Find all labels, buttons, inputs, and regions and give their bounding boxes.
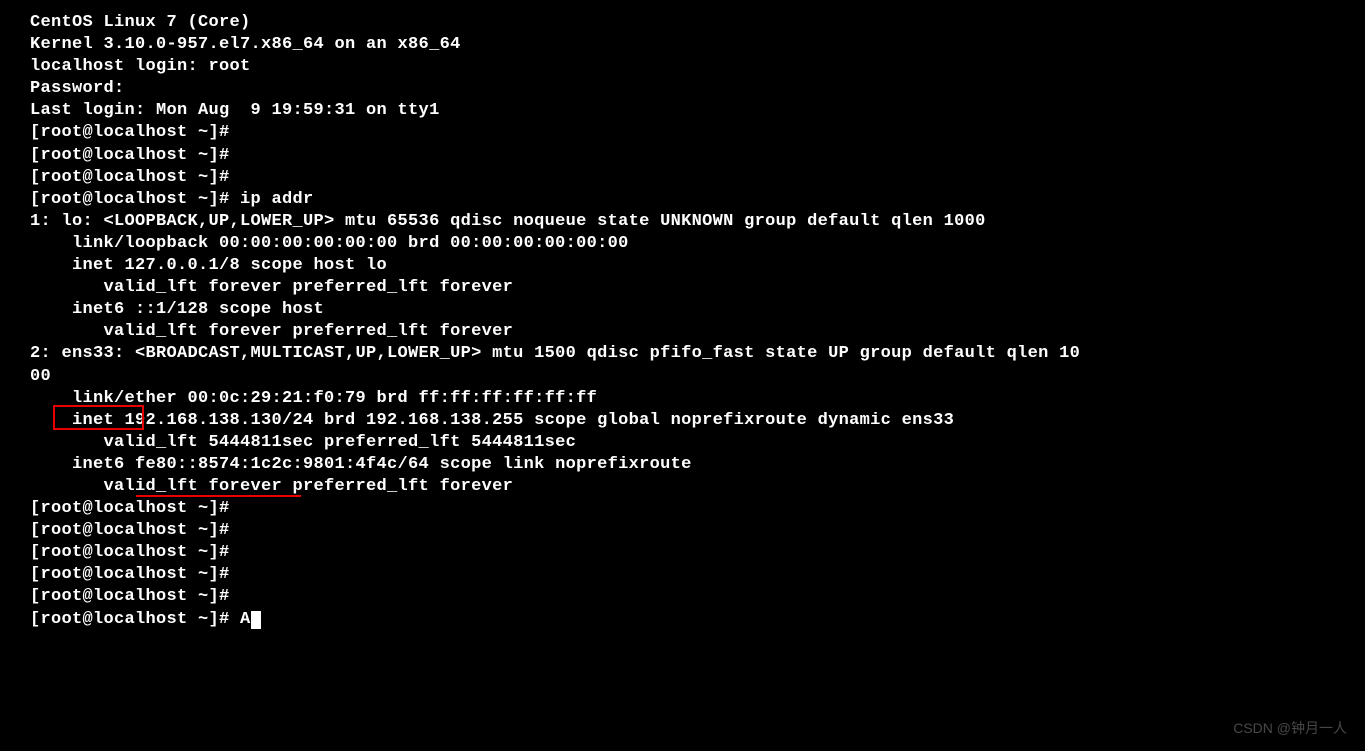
loopback-valid6: valid_lft forever preferred_lft forever bbox=[30, 321, 1335, 343]
loopback-interface: 1: lo: <LOOPBACK,UP,LOWER_UP> mtu 65536 … bbox=[30, 211, 1335, 233]
ens33-interface: 2: ens33: <BROADCAST,MULTICAST,UP,LOWER_… bbox=[30, 343, 1335, 365]
shell-prompt: [root@localhost ~]# bbox=[30, 145, 1335, 167]
os-banner: CentOS Linux 7 (Core) bbox=[30, 12, 1335, 34]
ens33-inet6: inet6 fe80::8574:1c2c:9801:4f4c/64 scope… bbox=[30, 454, 1335, 476]
terminal-output[interactable]: CentOS Linux 7 (Core) Kernel 3.10.0-957.… bbox=[30, 12, 1335, 631]
shell-prompt: [root@localhost ~]# bbox=[30, 167, 1335, 189]
ens33-link: link/ether 00:0c:29:21:f0:79 brd ff:ff:f… bbox=[30, 388, 1335, 410]
password-prompt: Password: bbox=[30, 78, 1335, 100]
shell-prompt: [root@localhost ~]# bbox=[30, 586, 1335, 608]
ens33-valid6: valid_lft forever preferred_lft forever bbox=[30, 476, 1335, 498]
shell-prompt: [root@localhost ~]# bbox=[30, 122, 1335, 144]
loopback-inet: inet 127.0.0.1/8 scope host lo bbox=[30, 255, 1335, 277]
ens33-inet: inet 192.168.138.130/24 brd 192.168.138.… bbox=[30, 410, 1335, 432]
shell-prompt: [root@localhost ~]# bbox=[30, 498, 1335, 520]
ens33-valid: valid_lft 5444811sec preferred_lft 54448… bbox=[30, 432, 1335, 454]
loopback-inet6: inet6 ::1/128 scope host bbox=[30, 299, 1335, 321]
cursor-icon bbox=[251, 611, 261, 629]
ens33-interface-wrap: 00 bbox=[30, 366, 1335, 388]
loopback-link: link/loopback 00:00:00:00:00:00 brd 00:0… bbox=[30, 233, 1335, 255]
login-prompt: localhost login: root bbox=[30, 56, 1335, 78]
shell-prompt: [root@localhost ~]# bbox=[30, 564, 1335, 586]
ip-addr-command: [root@localhost ~]# ip addr bbox=[30, 189, 1335, 211]
shell-prompt: [root@localhost ~]# bbox=[30, 542, 1335, 564]
kernel-info: Kernel 3.10.0-957.el7.x86_64 on an x86_6… bbox=[30, 34, 1335, 56]
current-prompt[interactable]: [root@localhost ~]# A bbox=[30, 609, 1335, 631]
loopback-valid: valid_lft forever preferred_lft forever bbox=[30, 277, 1335, 299]
shell-prompt: [root@localhost ~]# bbox=[30, 520, 1335, 542]
last-login: Last login: Mon Aug 9 19:59:31 on tty1 bbox=[30, 100, 1335, 122]
watermark-text: CSDN @钟月一人 bbox=[1233, 719, 1347, 737]
